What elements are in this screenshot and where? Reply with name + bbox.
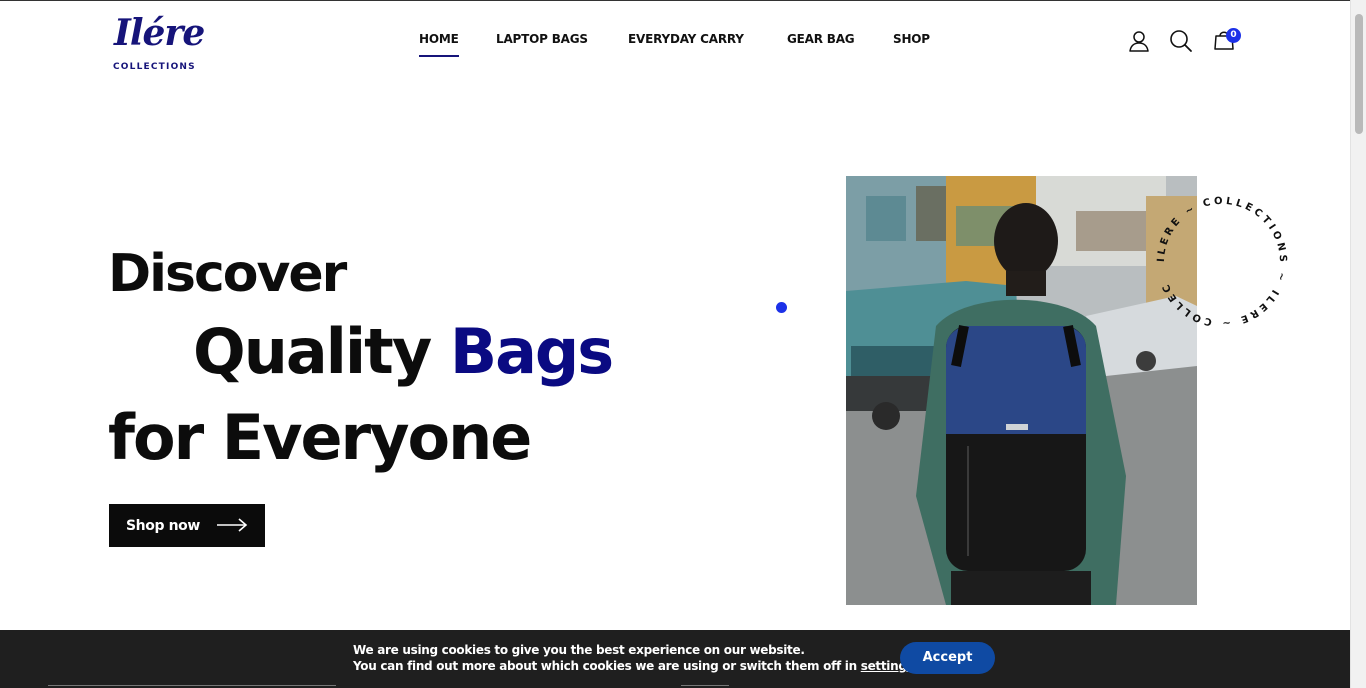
nav-item-shop[interactable]: SHOP xyxy=(893,32,930,46)
hero-photo xyxy=(846,176,1197,605)
cart-count-badge: 0 xyxy=(1226,28,1241,43)
cookie-message-line-2-text: You can find out more about which cookie… xyxy=(353,659,861,673)
hero-line-2-accent: Bags xyxy=(449,315,614,388)
hero-line-3: for Everyone xyxy=(108,401,532,474)
cookie-banner: We are using cookies to give you the bes… xyxy=(0,630,1350,688)
logo-script: Ilére xyxy=(114,12,205,54)
hero-photo-illustration xyxy=(846,176,1197,605)
footer-divider-left xyxy=(48,685,336,686)
page-scrollbar[interactable] xyxy=(1350,0,1366,688)
hero-line-2: Quality Bags xyxy=(193,315,614,388)
hero-line-1: Discover xyxy=(108,244,347,304)
decorative-dot xyxy=(776,302,787,313)
nav-item-laptop-bags[interactable]: LAPTOP BAGS xyxy=(496,32,588,46)
cookie-message-line-1: We are using cookies to give you the bes… xyxy=(353,643,805,657)
svg-text:ILERE ~ COLLECTIONS ~ ILERE ~: ILERE ~ COLLECTIONS ~ ILERE ~ COLLEC xyxy=(1156,196,1288,328)
cookie-message-line-2: You can find out more about which cookie… xyxy=(353,658,918,674)
nav-item-everyday-carry[interactable]: EVERYDAY CARRY xyxy=(628,32,744,46)
arrow-right-icon xyxy=(217,518,248,532)
accept-cookies-button[interactable]: Accept xyxy=(900,642,995,674)
circular-badge-text: ILERE ~ COLLECTIONS ~ ILERE ~ COLLEC xyxy=(1156,196,1285,328)
nav-item-home[interactable]: HOME xyxy=(419,32,459,57)
search-icon[interactable] xyxy=(1168,28,1194,54)
shop-now-button[interactable]: Shop now xyxy=(109,504,265,547)
brand-logo[interactable]: Ilére COLLECTIONS xyxy=(112,12,205,74)
top-border xyxy=(0,0,1366,1)
cookie-message: We are using cookies to give you the bes… xyxy=(353,642,918,674)
logo-subtitle: COLLECTIONS xyxy=(113,62,196,72)
footer-divider-right xyxy=(681,685,729,686)
circular-brand-badge: ILERE ~ COLLECTIONS ~ ILERE ~ COLLEC xyxy=(1156,196,1288,328)
nav-item-gear-bag[interactable]: GEAR BAG xyxy=(787,32,855,46)
hero-line-2-main: Quality xyxy=(193,315,450,388)
shop-now-label: Shop now xyxy=(126,517,200,534)
user-icon[interactable] xyxy=(1126,28,1152,54)
scrollbar-thumb[interactable] xyxy=(1355,14,1363,134)
